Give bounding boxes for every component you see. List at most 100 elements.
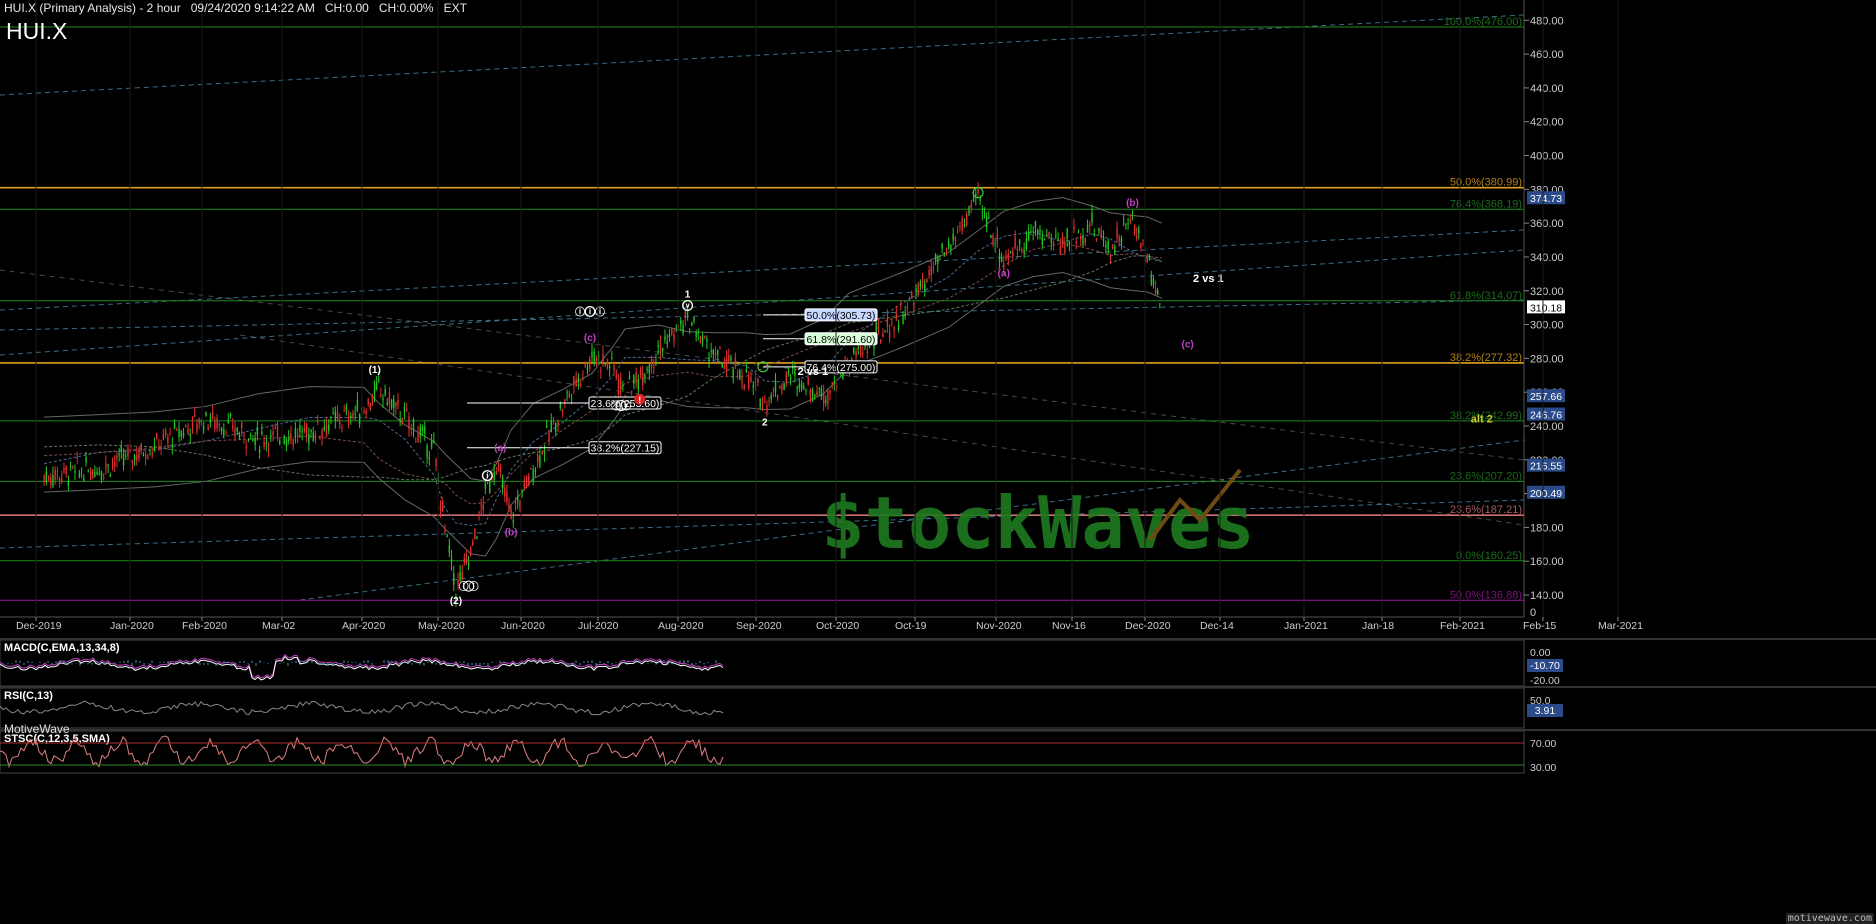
indicator-separator [0,686,1876,688]
candle-body [232,425,234,429]
x-tick-label: Feb-15 [1523,620,1556,632]
candle-body [897,324,900,330]
candle-body [114,462,116,467]
candle-body [486,482,489,484]
candle-body [234,427,236,437]
indicator-separator [0,729,1876,731]
candle-body [453,573,455,585]
candle-body [1093,233,1096,236]
candle-body [1037,229,1039,235]
candle-body [853,347,855,354]
header-change: CH:0.00 [324,1,369,15]
candle-body [697,332,700,334]
candle-body [1005,254,1007,260]
candle-body [310,429,312,432]
candle-body [96,471,98,475]
candle-body [258,449,261,453]
x-tick-label: Jun-2020 [501,620,545,632]
candle-body [149,449,151,452]
candle-body [977,189,979,193]
candle-body [635,372,637,383]
candle-body [639,370,642,376]
candle-body [254,437,256,446]
candle-body [180,431,182,437]
y-tick-label: 420.00 [1530,117,1564,129]
fib-level-label: 61.8%(314.07) [1450,290,1522,302]
candle-body [265,442,268,444]
candle-body [750,376,752,382]
y-tick-label: 300.00 [1530,320,1564,332]
candle-body [428,457,431,460]
wave-label: ⓘⓥ [611,400,631,413]
candle-body [499,467,502,473]
y-tick-label: 280.00 [1530,353,1564,365]
candle-body [1100,230,1102,238]
candle-body [748,376,750,389]
candle-body [105,463,107,469]
candle-body [745,369,748,372]
candle-body [732,369,734,379]
candle-body [480,505,482,507]
candle-body [296,434,299,436]
wave-label: 2 vs 1 [1193,273,1224,285]
candle-body [655,361,657,363]
candle-body [446,535,448,538]
candle-body [1118,237,1120,242]
candle-body [191,423,194,426]
candle-body [792,367,794,369]
candle-body [1098,228,1100,232]
candle-body [388,392,391,404]
candle-body [664,336,666,341]
candle-body [602,353,604,362]
candle-body [717,350,719,356]
candle-body [373,384,376,394]
candle-body [312,432,314,442]
chart-canvas[interactable]: 100.0%(476.00) 50.0%(380.99) 76.4%(368.19)… [0,0,1876,924]
candle-body [1021,248,1023,252]
candle-body [595,358,598,366]
candle-body [661,348,664,352]
candle-body [463,557,466,563]
candle-body [714,353,717,356]
candle-body [1039,229,1041,233]
candle-body [689,328,691,330]
candle-body [902,315,904,324]
candle-body [822,392,825,405]
indicator-tick-label: 0.00 [1530,647,1551,659]
candle-body [913,302,915,307]
wave-label: (1) [369,365,381,376]
candle-body [1091,212,1093,223]
candle-body [992,235,994,245]
candle-body [539,455,541,467]
candle-body [58,478,61,482]
candle-body [61,478,63,483]
candle-body [514,502,517,504]
candle-body [292,439,294,445]
candle-body [109,475,112,477]
wave-label: 2 [762,418,768,429]
wave-label: (2) [450,596,462,607]
candle-body [783,383,785,390]
candle-body [633,375,635,385]
y-tick-label: 440.00 [1530,83,1564,95]
candle-body [879,339,882,343]
candle-body [52,474,54,487]
candle-body [98,473,100,475]
candle-body [107,464,109,466]
candle-body [959,225,961,227]
wave-label: 2 vs 1 [798,366,829,378]
x-tick-label: Oct-2020 [816,620,859,632]
x-tick-label: Nov-16 [1052,620,1086,632]
wave-label: 1 [685,289,691,300]
candle-body [65,466,67,474]
candle-body [682,324,684,334]
candle-body [138,449,140,459]
candle-body [1066,229,1068,239]
candle-body [712,349,715,355]
candle-body [345,406,348,411]
candle-body [990,234,992,238]
candle-body [274,428,276,430]
candle-body [736,372,739,374]
y-tick-label: 160.00 [1530,556,1564,568]
candle-body [1075,241,1077,243]
